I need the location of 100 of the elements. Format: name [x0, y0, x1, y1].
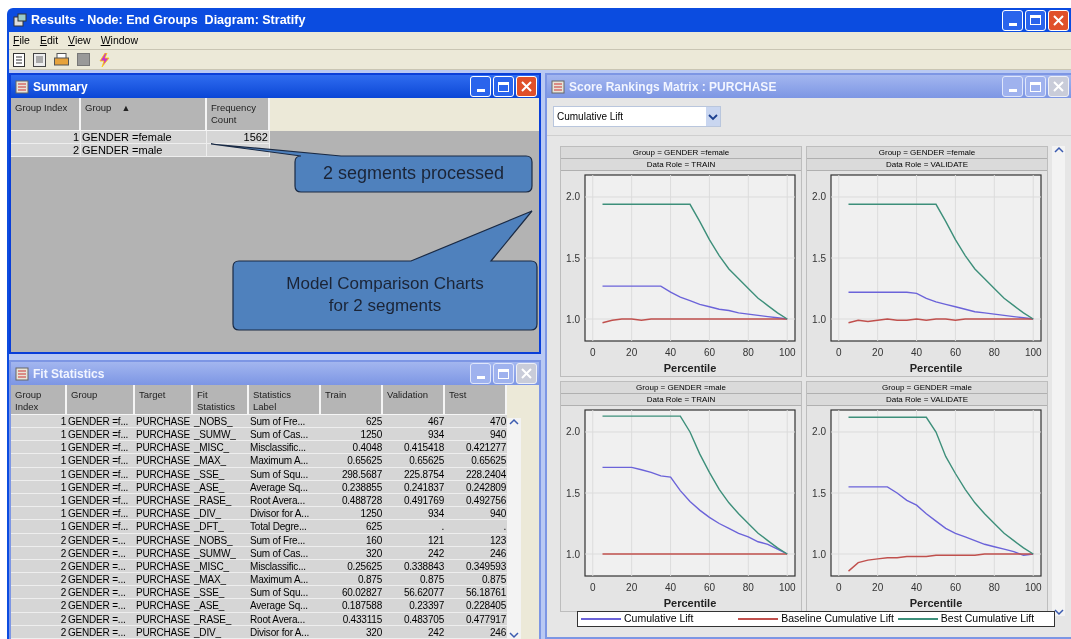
- callout-text: 2 segments processed: [321, 162, 506, 184]
- column-header[interactable]: Validation: [383, 385, 445, 415]
- x-tick-label: 0: [590, 582, 596, 593]
- table-cell: 0.65625: [321, 454, 383, 468]
- table-cell: GENDER =f...: [67, 428, 135, 442]
- x-tick-label: 80: [988, 582, 1000, 593]
- maximize-icon: [498, 81, 509, 92]
- table-cell: 2: [11, 599, 67, 613]
- close-icon: [521, 81, 532, 92]
- scroll-up-icon[interactable]: [509, 418, 519, 426]
- bolt-icon[interactable]: [98, 52, 111, 67]
- menu-item[interactable]: File: [13, 32, 30, 49]
- table-cell: GENDER =...: [67, 573, 135, 587]
- chart-group-header: Group = GENDER =male: [807, 382, 1047, 394]
- legend-label: Best Cumulative Lift: [940, 611, 1035, 627]
- table-cell: GENDER =female: [81, 131, 207, 144]
- table-cell: _ASE_: [193, 599, 249, 613]
- table-cell: GENDER =...: [67, 599, 135, 613]
- scrollbar[interactable]: [507, 418, 521, 639]
- table-cell: 60.02827: [321, 586, 383, 600]
- table-cell: 0.65625: [445, 454, 507, 468]
- panel-title: Fit Statistics: [33, 365, 106, 383]
- maximize-icon: [1030, 81, 1041, 92]
- table-cell: PURCHASE: [135, 441, 193, 455]
- scroll-down-icon[interactable]: [1053, 608, 1064, 616]
- printer-icon[interactable]: [54, 53, 69, 66]
- table-cell: 0.875: [383, 573, 445, 587]
- column-header[interactable]: Group Index: [11, 98, 81, 131]
- table-icon: [551, 79, 565, 94]
- callout-text: Model Comparison Charts for 2 segments: [285, 273, 485, 317]
- x-tick-label: 20: [872, 347, 884, 358]
- menu-item[interactable]: View: [68, 32, 91, 49]
- chevron-down-icon: [706, 107, 720, 126]
- table-cell: PURCHASE: [135, 586, 193, 600]
- chart-group-header: Group = GENDER =male: [561, 382, 801, 394]
- x-tick-label: 0: [836, 347, 842, 358]
- maximize-icon: [498, 368, 509, 379]
- x-tick-label: 100: [778, 347, 796, 358]
- table-cell: GENDER =f...: [67, 520, 135, 534]
- x-tick-label: 80: [988, 347, 1000, 358]
- table-cell: _SSE_: [193, 586, 249, 600]
- chart-type-dropdown[interactable]: Cumulative Lift: [553, 106, 721, 127]
- menu-item[interactable]: Window: [100, 32, 138, 49]
- y-tick-label: 2.0: [812, 426, 826, 438]
- table-cell: PURCHASE: [135, 428, 193, 442]
- column-header[interactable]: Group Index: [11, 385, 67, 415]
- chart-group-header: Group = GENDER =female: [561, 147, 801, 159]
- table-cell: 0.875: [445, 573, 507, 587]
- x-tick-label: 0: [836, 582, 842, 593]
- y-tick-label: 1.0: [566, 548, 580, 560]
- table-icon: [15, 79, 29, 94]
- table-cell: 1: [11, 507, 67, 521]
- column-header[interactable]: Statistics Label: [249, 385, 321, 415]
- x-tick-label: 0: [590, 347, 596, 358]
- table-cell: 934: [383, 428, 445, 442]
- table-cell: Divisor for A...: [249, 507, 321, 521]
- table-cell: Sum of Cas...: [249, 428, 321, 442]
- y-tick-label: 2.0: [812, 191, 826, 203]
- table-cell: Total Degre...: [249, 520, 321, 534]
- table-cell: 1562: [207, 131, 270, 144]
- table-cell: GENDER =male: [81, 144, 207, 157]
- x-tick-label: 100: [1024, 347, 1042, 358]
- column-header[interactable]: Test: [445, 385, 507, 415]
- table-cell: 0.187588: [321, 599, 383, 613]
- table-cell: 0.4048: [321, 441, 383, 455]
- x-axis-title: Percentile: [909, 362, 963, 374]
- column-header[interactable]: Train: [321, 385, 383, 415]
- scroll-down-icon[interactable]: [509, 631, 519, 639]
- table-cell: 1: [11, 454, 67, 468]
- table-cell: 0.415418: [383, 441, 445, 455]
- column-header[interactable]: Frequency Count: [207, 98, 270, 131]
- column-header[interactable]: Fit Statistics: [193, 385, 249, 415]
- table-cell: 0.65625: [383, 454, 445, 468]
- chart-role-header: Data Role = VALIDATE: [807, 394, 1047, 406]
- x-tick-label: 60: [949, 347, 961, 358]
- scrollbar[interactable]: [1052, 146, 1065, 616]
- table-cell: .: [383, 520, 445, 534]
- table-cell: 1250: [321, 507, 383, 521]
- document-icon[interactable]: [13, 52, 25, 67]
- window-title: Results - Node: End Groups Diagram: Stratify: [31, 11, 307, 29]
- column-header[interactable]: Group: [67, 385, 135, 415]
- column-header[interactable]: Target: [135, 385, 193, 415]
- y-tick-label: 1.0: [812, 548, 826, 560]
- y-tick-label: 2.0: [566, 426, 580, 438]
- scroll-up-icon[interactable]: [1053, 146, 1064, 154]
- table-cell: Maximum A...: [249, 573, 321, 587]
- table-cell: PURCHASE: [135, 599, 193, 613]
- table-cell: _DFT_: [193, 520, 249, 534]
- table-cell: GENDER =f...: [67, 454, 135, 468]
- table-cell: _DIV_: [193, 507, 249, 521]
- column-header[interactable]: Group ▲: [81, 98, 207, 131]
- legend-label: Baseline Cumulative Lift: [781, 611, 894, 627]
- app-icon: [13, 13, 27, 27]
- legend-label: Cumulative Lift: [624, 611, 694, 627]
- y-tick-label: 2.0: [566, 191, 580, 203]
- table-icon: [15, 366, 29, 381]
- notes-icon[interactable]: [33, 52, 46, 67]
- y-tick-label: 1.0: [566, 313, 580, 325]
- menu-item[interactable]: Edit: [39, 32, 59, 49]
- table-cell: 625: [321, 520, 383, 534]
